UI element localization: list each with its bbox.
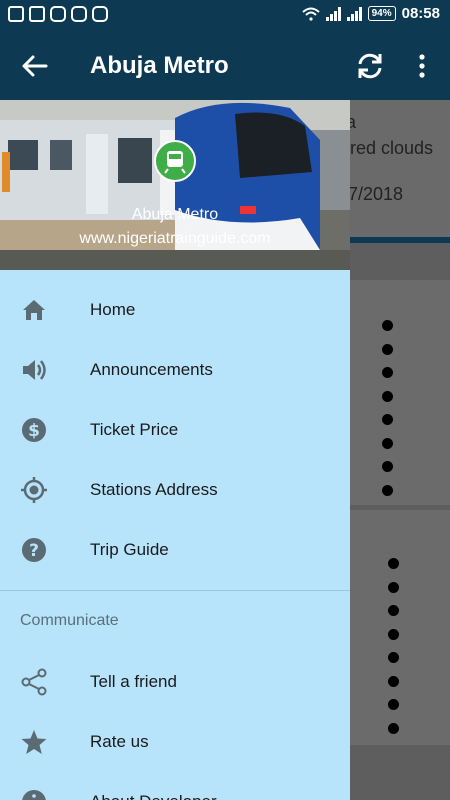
drawer-item-label: Stations Address — [90, 480, 218, 499]
star-icon — [21, 730, 47, 754]
train-icon — [164, 151, 186, 174]
drawer-item-label: Announcements — [90, 360, 213, 379]
drawer-item-label: Ticket Price — [90, 420, 179, 439]
instagram-icon — [92, 6, 108, 22]
instagram-icon — [71, 6, 87, 22]
drawer-item-ticket-price[interactable]: $ Ticket Price — [0, 400, 350, 460]
drawer-header-title: Abuja Metro — [131, 206, 219, 223]
gmail-icon — [8, 6, 24, 22]
home-icon — [23, 300, 45, 320]
status-bar: 94% 08:58 — [0, 0, 450, 32]
drawer-item-tell-a-friend[interactable]: Tell a friend — [0, 652, 350, 712]
drawer-item-trip-guide[interactable]: ? Trip Guide — [0, 520, 350, 580]
notification-icons — [8, 6, 108, 22]
svg-text:?: ? — [29, 541, 39, 561]
svg-text:$: $ — [28, 421, 40, 441]
help-icon: ? — [22, 538, 46, 562]
drawer-item-label: Rate us — [90, 732, 149, 751]
drawer-item-stations-address[interactable]: Stations Address — [0, 460, 350, 520]
location-target-icon — [21, 477, 47, 503]
wifi-icon — [301, 7, 320, 21]
drawer-item-rate-us[interactable]: Rate us — [0, 712, 350, 772]
drawer-item-about-developer[interactable]: About Developer — [0, 772, 350, 800]
drawer-item-announcements[interactable]: Announcements — [0, 340, 350, 400]
drawer-header: Abuja Metro www.nigeriatrainguide.com — [0, 100, 350, 270]
gallery-icon — [29, 6, 45, 22]
battery-indicator: 94% — [367, 6, 396, 21]
navigation-drawer: Abuja Metro www.nigeriatrainguide.com Ho… — [0, 100, 350, 800]
signal-icon — [346, 6, 362, 21]
drawer-divider — [0, 590, 350, 591]
share-icon — [21, 668, 47, 696]
station-dots — [388, 558, 400, 746]
station-dots — [382, 320, 394, 508]
app-bar: Abuja Metro — [0, 32, 450, 100]
clock: 08:58 — [401, 5, 440, 22]
drawer-item-label: Tell a friend — [90, 672, 177, 691]
weather-date: 7/2018 — [348, 184, 404, 204]
more-options-icon[interactable] — [410, 52, 434, 80]
drawer-item-home[interactable]: Home — [0, 280, 350, 340]
drawer-item-label: Home — [90, 300, 136, 319]
app-title: Abuja Metro — [90, 52, 229, 79]
dollar-icon: $ — [22, 418, 46, 442]
signal-icon — [325, 6, 341, 21]
drawer-item-label: About Developer — [90, 792, 217, 800]
section-header-communicate: Communicate — [20, 612, 119, 629]
drawer-item-label: Trip Guide — [90, 540, 169, 559]
back-arrow-icon[interactable] — [20, 52, 48, 80]
drawer-header-website[interactable]: www.nigeriatrainguide.com — [0, 230, 350, 248]
speaker-icon — [23, 360, 46, 380]
refresh-icon[interactable] — [354, 50, 386, 82]
weather-text: red clouds — [350, 138, 434, 158]
app-logo — [154, 140, 196, 182]
info-icon — [22, 790, 46, 800]
instagram-icon — [50, 6, 66, 22]
